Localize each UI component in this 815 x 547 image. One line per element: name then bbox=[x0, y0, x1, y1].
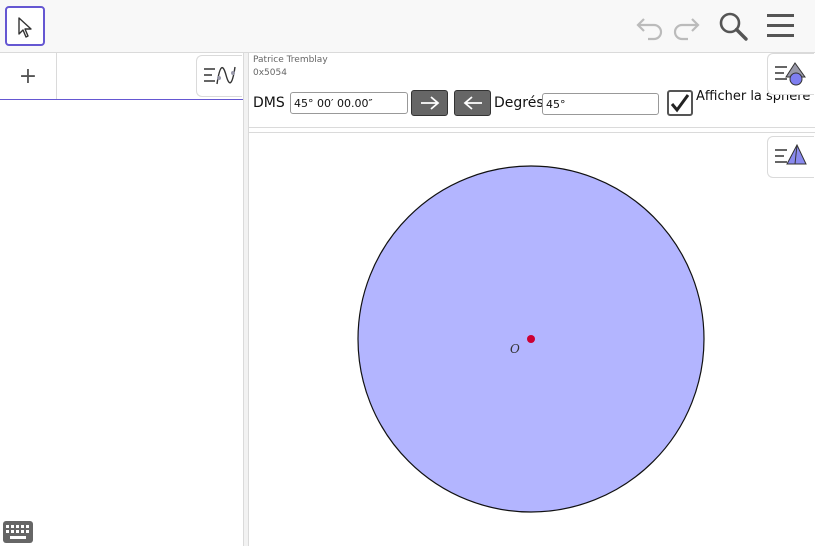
dms-label: DMS bbox=[253, 95, 285, 111]
keyboard-icon bbox=[6, 525, 29, 539]
graphics-style-bar-button-top[interactable] bbox=[767, 53, 814, 95]
main-menu-button[interactable] bbox=[765, 10, 797, 42]
degrees-label: Degrés bbox=[494, 95, 544, 111]
convert-to-degrees-button[interactable] bbox=[411, 90, 448, 116]
add-item-button[interactable]: + bbox=[0, 53, 57, 99]
redo-icon bbox=[673, 18, 700, 41]
dms-input[interactable]: 45° 00′ 00.00″ bbox=[290, 92, 408, 114]
search-icon bbox=[719, 12, 748, 41]
convert-to-dms-button[interactable] bbox=[454, 90, 491, 116]
style-bar-shapes-icon bbox=[775, 62, 806, 86]
graphics-view[interactable]: Patrice Tremblay 0x5054 DMS 45° 00′ 00.0… bbox=[249, 53, 815, 546]
style-bar-graph-icon bbox=[204, 66, 236, 85]
center-point-label: O bbox=[510, 342, 520, 356]
arrow-right-icon bbox=[420, 96, 439, 110]
keyboard-button[interactable] bbox=[3, 521, 33, 543]
search-button[interactable] bbox=[717, 10, 749, 42]
algebra-view: + bbox=[0, 53, 243, 546]
arrow-left-icon bbox=[463, 96, 482, 110]
degrees-input[interactable]: 45° bbox=[542, 93, 659, 115]
author-code: 0x5054 bbox=[253, 68, 287, 78]
algebra-style-bar-button[interactable] bbox=[196, 55, 242, 97]
toolbar bbox=[0, 0, 815, 53]
cursor-arrow-icon bbox=[18, 17, 32, 38]
sphere-canvas[interactable]: O bbox=[249, 133, 815, 546]
redo-button[interactable] bbox=[670, 10, 702, 42]
show-sphere-checkbox[interactable] bbox=[667, 90, 693, 116]
plus-icon: + bbox=[18, 63, 38, 89]
author-name: Patrice Tremblay bbox=[253, 55, 328, 65]
undo-icon bbox=[636, 18, 663, 41]
center-point[interactable] bbox=[527, 335, 535, 343]
controls-panel: Patrice Tremblay 0x5054 DMS 45° 00′ 00.0… bbox=[249, 53, 815, 128]
undo-button[interactable] bbox=[634, 10, 666, 42]
hamburger-menu-icon bbox=[767, 14, 794, 37]
move-tool-button[interactable] bbox=[5, 6, 45, 46]
checkmark-icon bbox=[670, 94, 690, 113]
author-info: Patrice Tremblay 0x5054 bbox=[253, 54, 328, 80]
